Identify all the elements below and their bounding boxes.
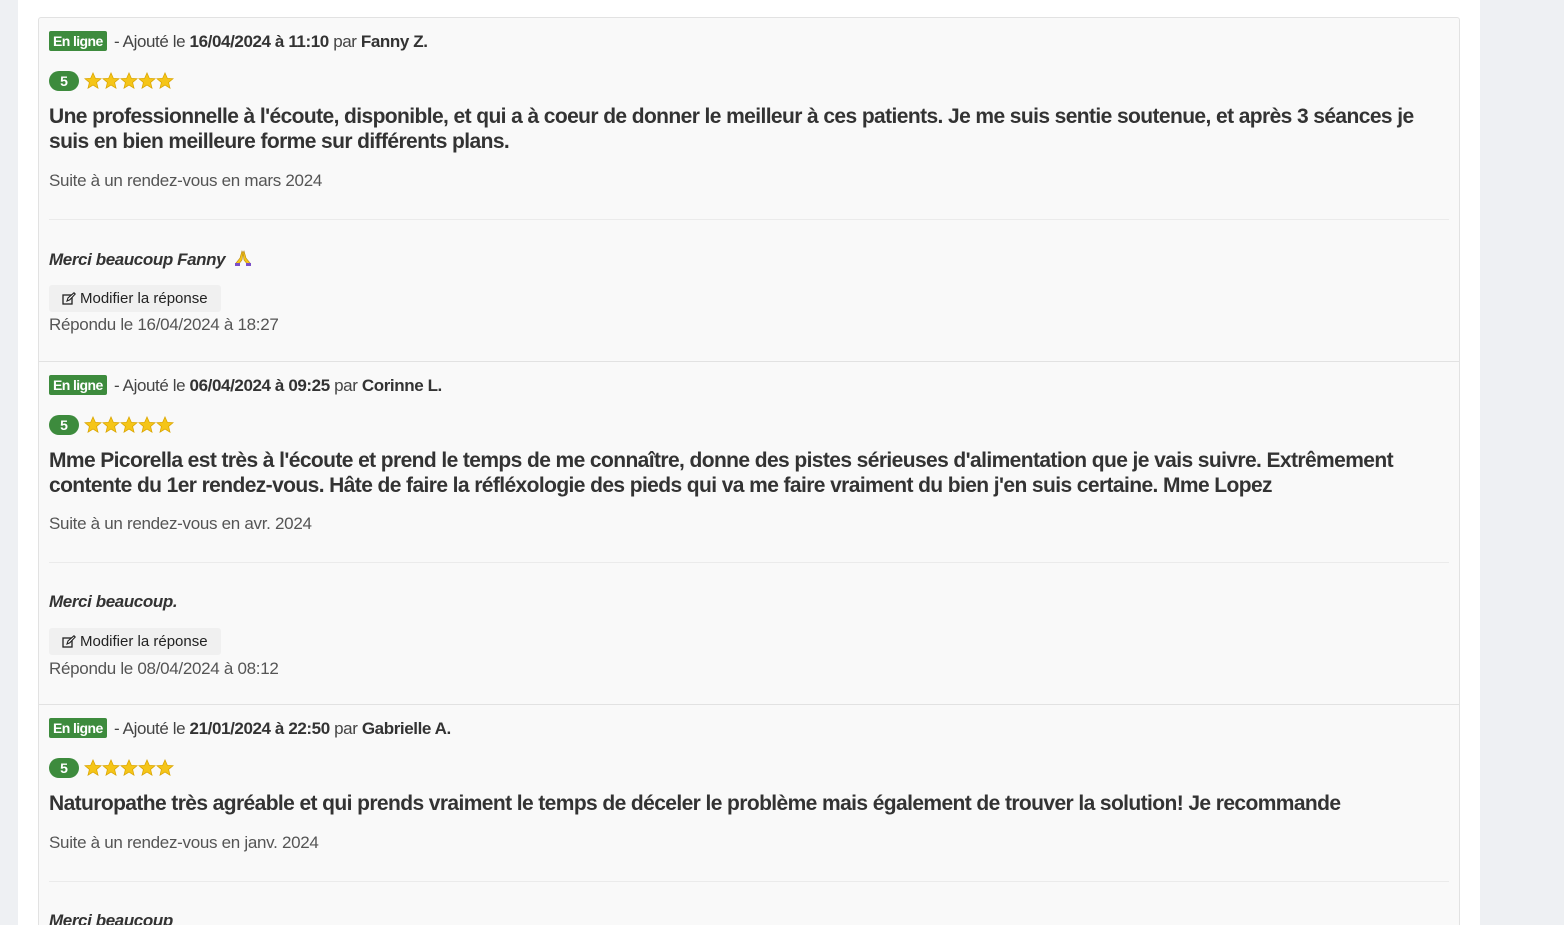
star-icon [120, 72, 138, 89]
review-meta: En ligne - Ajouté le 06/04/2024 à 09:25 … [49, 375, 442, 396]
review-meta: En ligne - Ajouté le 21/01/2024 à 22:50 … [49, 718, 451, 739]
score-badge: 5 [49, 71, 79, 91]
status-badge: En ligne [49, 375, 107, 395]
edit-reply-button[interactable]: Modifier la réponse [49, 285, 221, 312]
star-icon [138, 416, 156, 433]
divider [49, 562, 1449, 563]
divider [49, 219, 1449, 220]
review-comment: Naturopathe très agréable et qui prends … [49, 792, 1341, 815]
star-icon [156, 759, 174, 776]
added-prefix: - Ajouté le [113, 719, 186, 738]
added-prefix: - Ajouté le [113, 376, 186, 395]
practitioner-reply: Merci beaucoup Fanny [49, 249, 252, 272]
star-icon [138, 759, 156, 776]
star-icon [84, 759, 102, 776]
by-label: par [333, 32, 357, 51]
star-icon [102, 416, 120, 433]
visit-info: Suite à un rendez-vous en avr. 2024 [49, 514, 312, 533]
review-date: 16/04/2024 à 11:10 [189, 32, 330, 51]
edit-icon [62, 291, 76, 305]
answered-date: Répondu le 08/04/2024 à 08:12 [49, 659, 279, 678]
star-icon [156, 416, 174, 433]
rating: 5 [49, 758, 174, 778]
practitioner-reply: Merci beaucoup [49, 911, 173, 925]
review-meta: En ligne - Ajouté le 16/04/2024 à 11:10 … [49, 31, 428, 52]
praying-hands-icon [234, 249, 252, 272]
star-rating [84, 72, 174, 90]
star-icon [102, 759, 120, 776]
star-icon [138, 72, 156, 89]
review-comment: Une professionnelle à l'écoute, disponib… [49, 105, 1414, 153]
review-date: 21/01/2024 à 22:50 [189, 719, 331, 738]
star-icon [120, 759, 138, 776]
review-item: En ligne - Ajouté le 16/04/2024 à 11:10 … [39, 18, 1459, 362]
score-badge: 5 [49, 758, 79, 778]
practitioner-reply: Merci beaucoup. [49, 592, 178, 612]
edit-reply-button[interactable]: Modifier la réponse [49, 628, 221, 655]
divider [49, 881, 1449, 882]
reviews-list: En ligne - Ajouté le 16/04/2024 à 11:10 … [38, 17, 1460, 925]
edit-reply-label: Modifier la réponse [80, 633, 208, 650]
visit-info: Suite à un rendez-vous en janv. 2024 [49, 833, 319, 852]
edit-reply-label: Modifier la réponse [80, 290, 208, 307]
edit-icon [62, 634, 76, 648]
by-label: par [334, 719, 358, 738]
star-icon [84, 72, 102, 89]
star-rating [84, 416, 174, 434]
reply-text: Merci beaucoup. [49, 592, 178, 611]
by-label: par [334, 376, 358, 395]
rating: 5 [49, 71, 174, 91]
rating: 5 [49, 415, 174, 435]
score-badge: 5 [49, 415, 79, 435]
star-icon [102, 72, 120, 89]
review-author: Fanny Z. [360, 32, 428, 51]
star-icon [120, 416, 138, 433]
review-date: 06/04/2024 à 09:25 [189, 376, 331, 395]
review-item: En ligne - Ajouté le 21/01/2024 à 22:50 … [39, 705, 1459, 925]
review-item: En ligne - Ajouté le 06/04/2024 à 09:25 … [39, 362, 1459, 705]
star-rating [84, 759, 174, 777]
review-author: Gabrielle A. [361, 719, 451, 738]
reply-text: Merci beaucoup Fanny [49, 250, 226, 269]
status-badge: En ligne [49, 718, 107, 738]
reply-text: Merci beaucoup [49, 911, 173, 925]
review-author: Corinne L. [361, 376, 442, 395]
status-badge: En ligne [49, 31, 107, 51]
visit-info: Suite à un rendez-vous en mars 2024 [49, 171, 323, 190]
page-content: En ligne - Ajouté le 16/04/2024 à 11:10 … [18, 0, 1480, 925]
star-icon [156, 72, 174, 89]
star-icon [84, 416, 102, 433]
answered-date: Répondu le 16/04/2024 à 18:27 [49, 315, 279, 334]
added-prefix: - Ajouté le [113, 32, 186, 51]
review-comment: Mme Picorella est très à l'écoute et pre… [49, 449, 1394, 497]
